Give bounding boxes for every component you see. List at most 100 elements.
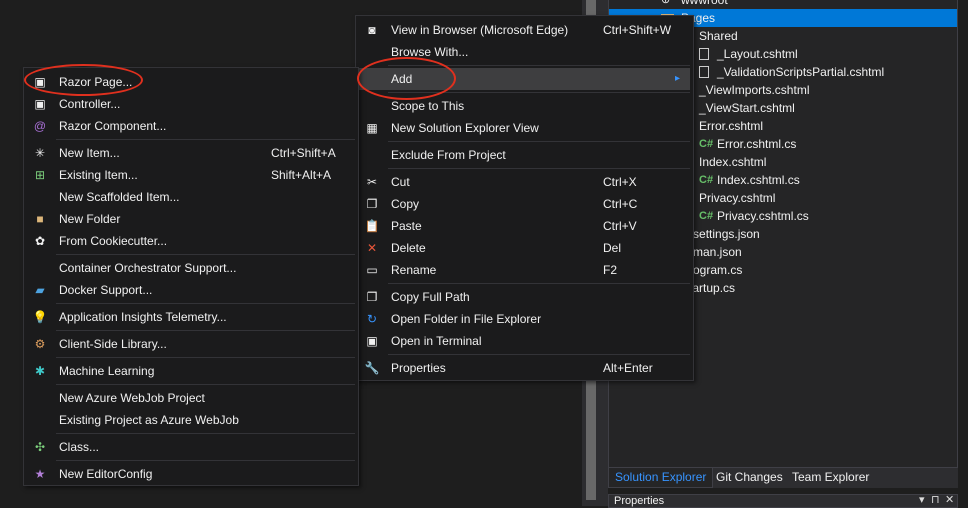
menu-item-copy-full-path[interactable]: ❐ Copy Full Path: [356, 286, 693, 308]
dropdown-icon[interactable]: ▾: [919, 493, 925, 506]
tree-item-label: Shared: [699, 29, 738, 43]
menu-item-label: New Folder: [59, 212, 121, 226]
menu-item-label: Machine Learning: [59, 364, 155, 378]
menu-item-label: Copy: [391, 197, 420, 211]
menu-shortcut: Ctrl+V: [603, 219, 637, 233]
menu-item-open-folder-in-file-explorer[interactable]: ↻ Open Folder in File Explorer: [356, 308, 693, 330]
rename-icon: ▭: [366, 263, 378, 277]
menu-item-machine-learning[interactable]: ✱ Machine Learning: [24, 360, 358, 382]
existing-item-icon: ⊞: [34, 168, 46, 182]
menu-item-new-folder[interactable]: ■ New Folder: [24, 208, 358, 230]
menu-item-label: Browse With...: [391, 45, 469, 59]
menu-item-new-editorconfig[interactable]: ★ New EditorConfig: [24, 463, 358, 485]
tree-item-label: wwwroot: [681, 0, 728, 7]
client-library-icon: ⚙: [34, 337, 46, 351]
menu-item-new-azure-webjob-project[interactable]: New Azure WebJob Project: [24, 387, 358, 409]
solution-explorer-icon: ▦: [366, 121, 378, 135]
menu-item-label: Open in Terminal: [391, 334, 482, 348]
menu-item-browse-with[interactable]: Browse With...: [356, 41, 693, 63]
tree-item-label: _ViewImports.cshtml: [699, 83, 810, 97]
menu-item-label: Delete: [391, 241, 426, 255]
menu-item-scope-to-this[interactable]: Scope to This: [356, 95, 693, 117]
menu-item-label: Controller...: [59, 97, 121, 111]
terminal-icon: ▣: [366, 334, 378, 348]
menu-item-new-scaffolded-item[interactable]: New Scaffolded Item...: [24, 186, 358, 208]
menu-item-label: New Item...: [59, 146, 120, 160]
csharp-icon: C#: [699, 210, 714, 222]
menu-shortcut: F2: [603, 263, 618, 277]
submenu-arrow-icon: ▸: [675, 73, 681, 84]
menu-item-delete[interactable]: ✕ Delete Del: [356, 237, 693, 259]
menu-item-label: New Azure WebJob Project: [59, 391, 205, 405]
browser-icon: ◙: [368, 23, 376, 37]
menu-item-label: Exclude From Project: [391, 148, 506, 162]
menu-item-class[interactable]: ✣ Class...: [24, 436, 358, 458]
menu-item-container-orchestrator-support[interactable]: Container Orchestrator Support...: [24, 257, 358, 279]
menu-item-new-solution-explorer-view[interactable]: ▦ New Solution Explorer View: [356, 117, 693, 139]
tab-solution-explorer[interactable]: Solution Explorer: [608, 468, 714, 488]
menu-item-paste[interactable]: 📋 Paste Ctrl+V: [356, 215, 693, 237]
menu-item-label: Existing Item...: [59, 168, 138, 182]
menu-item-open-in-terminal[interactable]: ▣ Open in Terminal: [356, 330, 693, 352]
tree-item-label: Index.cshtml.cs: [717, 173, 800, 187]
close-icon[interactable]: ✕: [945, 493, 954, 506]
tree-item[interactable]: ⊕ wwwroot: [609, 0, 957, 9]
controller-icon: ▣: [34, 97, 46, 111]
menu-item-label: Add: [391, 72, 413, 86]
menu-item-client-side-library[interactable]: ⚙ Client-Side Library...: [24, 333, 358, 355]
menu-item-existing-item[interactable]: ⊞ Existing Item... Shift+Alt+A: [24, 164, 358, 186]
app-insights-icon: 💡: [32, 310, 48, 324]
menu-item-from-cookiecutter[interactable]: ✿ From Cookiecutter...: [24, 230, 358, 252]
add-submenu: ▣ Razor Page... ▣ Controller... @ Razor Compo…: [23, 67, 359, 486]
copy-icon: ❐: [366, 197, 378, 211]
editorconfig-icon: ★: [34, 467, 46, 481]
menu-item-razor-page[interactable]: ▣ Razor Page...: [24, 71, 358, 93]
csharp-icon: C#: [699, 138, 714, 150]
tree-item-label: _ViewStart.cshtml: [699, 101, 795, 115]
menu-shortcut: Ctrl+Shift+A: [271, 146, 336, 160]
paste-icon: 📋: [364, 219, 380, 233]
tree-item-label: _ValidationScriptsPartial.cshtml: [717, 65, 885, 79]
menu-item-existing-project-as-azure-webjob[interactable]: Existing Project as Azure WebJob: [24, 409, 358, 431]
menu-item-label: Rename: [391, 263, 437, 277]
properties-title: Properties: [614, 495, 665, 507]
menu-item-rename[interactable]: ▭ Rename F2: [356, 259, 693, 281]
menu-item-properties[interactable]: 🔧 Properties Alt+Enter: [356, 357, 693, 379]
razor-component-icon: @: [33, 119, 47, 133]
menu-item-label: New EditorConfig: [59, 467, 153, 481]
menu-item-controller[interactable]: ▣ Controller...: [24, 93, 358, 115]
menu-item-label: Properties: [391, 361, 446, 375]
menu-item-add[interactable]: Add ▸: [359, 68, 690, 90]
tab-git-changes[interactable]: Git Changes: [710, 468, 789, 488]
menu-shortcut: Ctrl+X: [603, 175, 637, 189]
menu-shortcut: Shift+Alt+A: [271, 168, 332, 182]
menu-item-label: Existing Project as Azure WebJob: [59, 413, 239, 427]
open-folder-icon: ↻: [366, 312, 378, 326]
pin-icon[interactable]: ⊓: [931, 493, 940, 506]
new-item-icon: ✳: [34, 146, 46, 160]
menu-shortcut: Del: [603, 241, 622, 255]
menu-item-label: Paste: [391, 219, 422, 233]
menu-item-exclude-from-project[interactable]: Exclude From Project: [356, 144, 693, 166]
menu-item-view-in-browser-microsoft-edge[interactable]: ◙ View in Browser (Microsoft Edge) Ctrl+Sh…: [356, 19, 693, 41]
class-icon: ✣: [34, 440, 46, 454]
tree-item-label: Index.cshtml: [699, 155, 767, 169]
menu-item-application-insights-telemetry[interactable]: 💡 Application Insights Telemetry...: [24, 306, 358, 328]
tab-team-explorer[interactable]: Team Explorer: [786, 468, 875, 488]
cookiecutter-icon: ✿: [34, 234, 46, 248]
menu-item-copy[interactable]: ❐ Copy Ctrl+C: [356, 193, 693, 215]
menu-item-docker-support[interactable]: ▰ Docker Support...: [24, 279, 358, 301]
panel-tabs: Solution Explorer Git Changes Team Explore…: [608, 468, 958, 488]
tree-item-label: Error.cshtml: [699, 119, 764, 133]
menu-item-label: Copy Full Path: [391, 290, 470, 304]
menu-item-label: Docker Support...: [59, 283, 153, 297]
menu-item-label: Application Insights Telemetry...: [59, 310, 227, 324]
menu-item-label: Scope to This: [391, 99, 465, 113]
menu-shortcut: Ctrl+Shift+W: [603, 23, 672, 37]
menu-item-razor-component[interactable]: @ Razor Component...: [24, 115, 358, 137]
menu-shortcut: Ctrl+C: [603, 197, 638, 211]
menu-item-cut[interactable]: ✂ Cut Ctrl+X: [356, 171, 693, 193]
menu-item-new-item[interactable]: ✳ New Item... Ctrl+Shift+A: [24, 142, 358, 164]
menu-item-label: Container Orchestrator Support...: [59, 261, 237, 275]
menu-item-label: Open Folder in File Explorer: [391, 312, 542, 326]
